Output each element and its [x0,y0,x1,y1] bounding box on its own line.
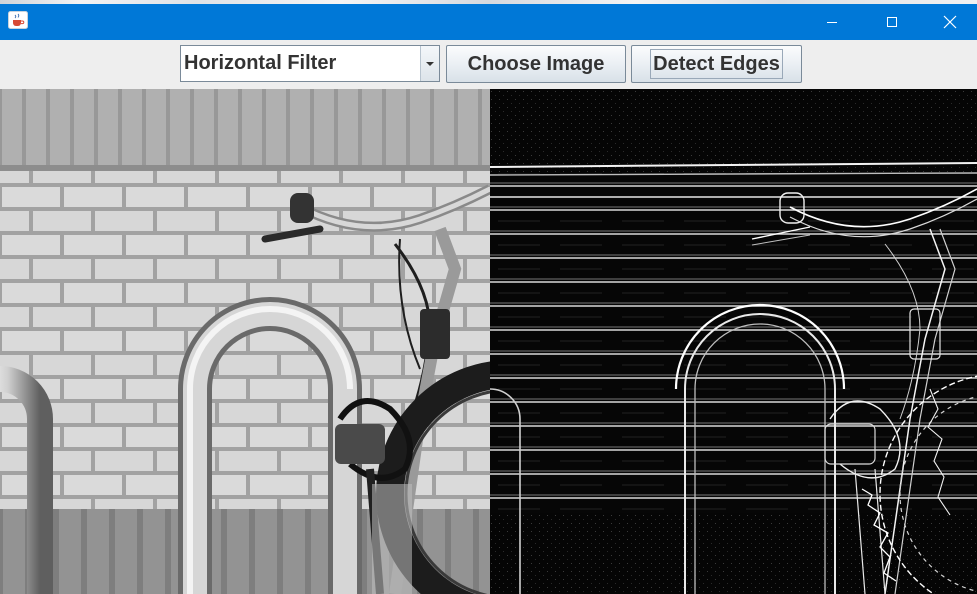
filter-select-value: Horizontal Filter [184,52,337,74]
detect-edges-label: Detect Edges [650,49,783,79]
close-icon [943,15,957,29]
title-bar[interactable] [0,0,977,40]
choose-image-button[interactable]: Choose Image [446,45,626,83]
filter-select-arrow-button[interactable] [420,46,439,81]
minimize-button[interactable] [803,4,861,40]
choose-image-label: Choose Image [467,53,605,75]
edge-detection-image-panel [490,89,977,594]
java-cup-icon[interactable] [8,11,28,29]
toolbar: Horizontal Filter Choose Image Detect Ed… [0,40,977,89]
original-image-panel [0,89,490,594]
edge-image [490,89,977,594]
maximize-icon [887,17,897,27]
caret-down-icon [426,61,434,66]
close-button[interactable] [921,4,977,40]
filter-select[interactable]: Horizontal Filter [180,45,440,82]
minimize-icon [827,22,837,23]
original-image [0,89,490,594]
app-window: Horizontal Filter Choose Image Detect Ed… [0,0,977,594]
maximize-button[interactable] [863,4,921,40]
detect-edges-button[interactable]: Detect Edges [631,45,802,83]
